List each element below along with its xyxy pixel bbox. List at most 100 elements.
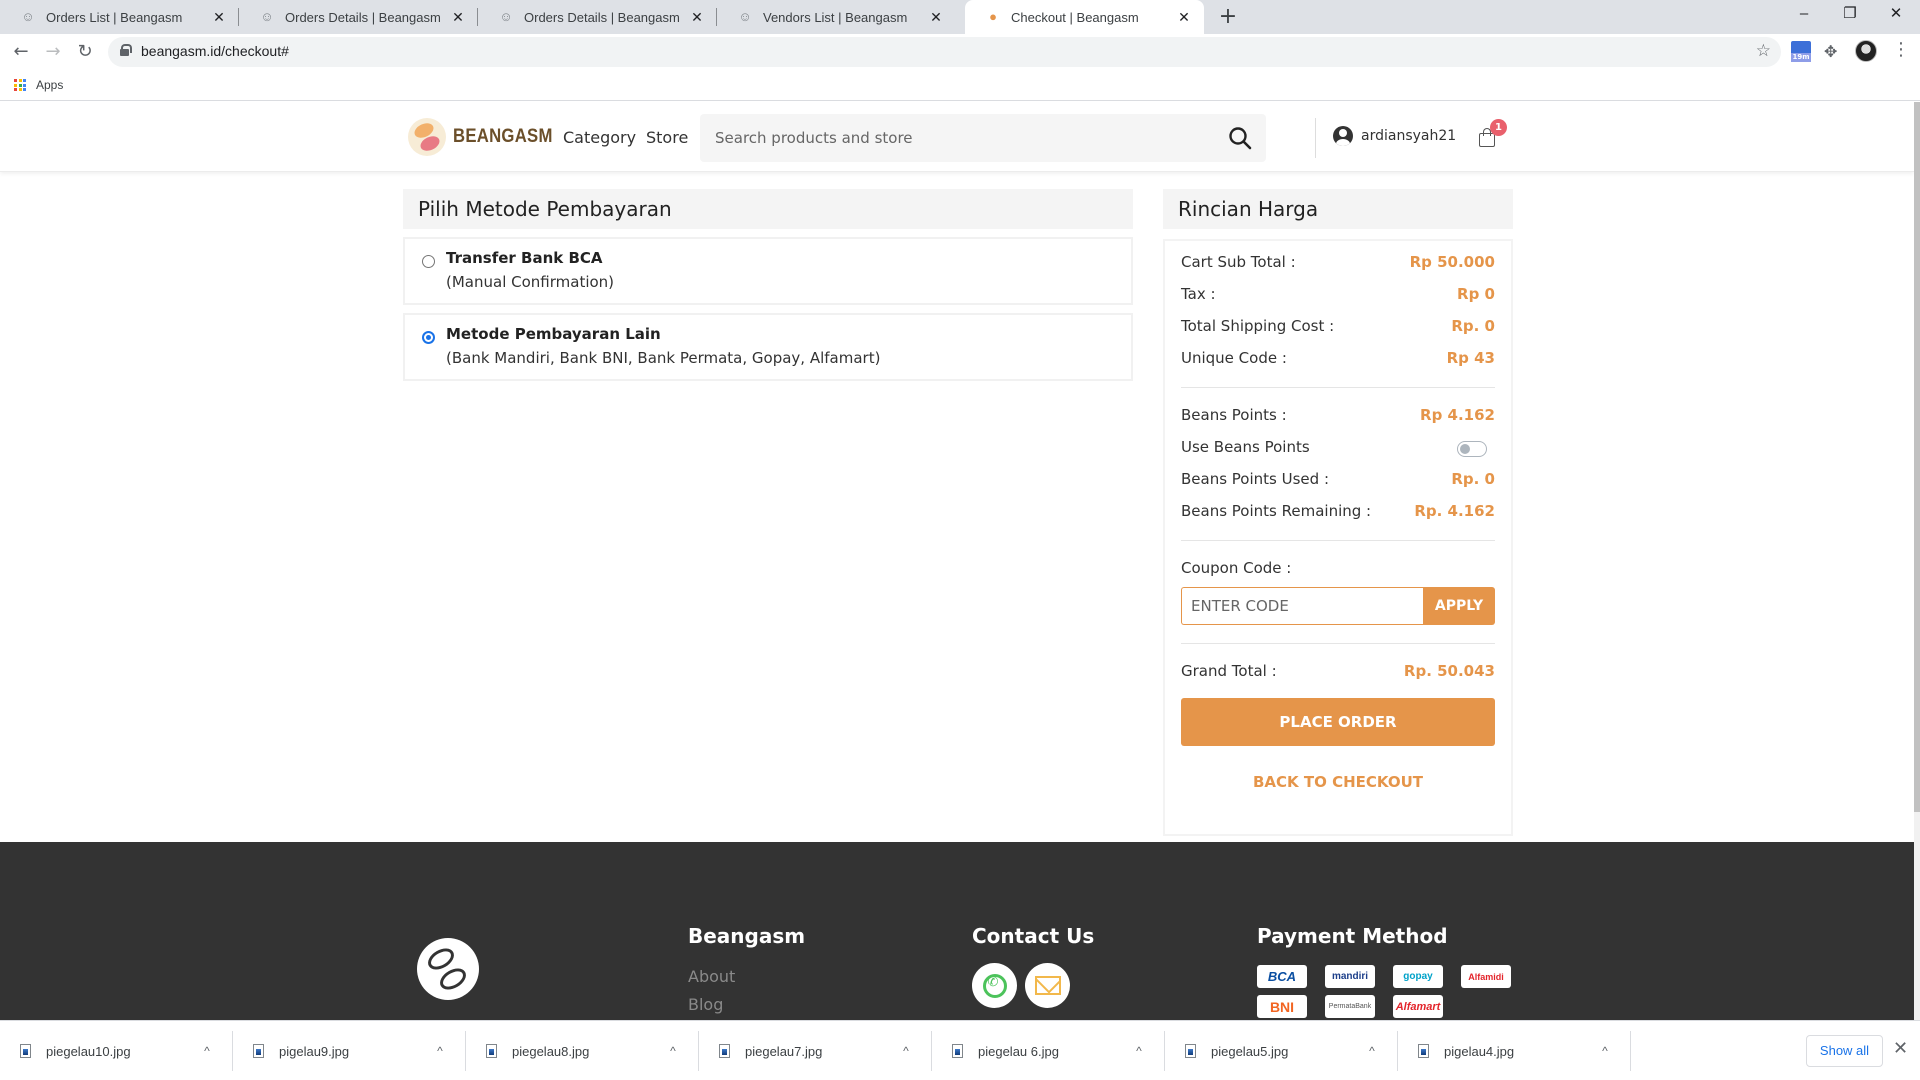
close-tab-icon[interactable]: ✕ <box>1176 9 1192 26</box>
brand-logo[interactable]: BEANGASM <box>408 118 566 156</box>
download-item[interactable]: piegelau 6.jpg ^ <box>932 1031 1165 1071</box>
summary-divider <box>1181 643 1495 644</box>
row-label: Cart Sub Total : <box>1181 253 1296 271</box>
row-label: Total Shipping Cost : <box>1181 317 1335 335</box>
download-filename: piegelau 6.jpg <box>978 1043 1059 1059</box>
close-tab-icon[interactable]: ✕ <box>928 9 944 26</box>
scrollbar-thumb[interactable] <box>1914 102 1920 812</box>
footer-payment-heading: Payment Method <box>1257 924 1448 948</box>
footer-link-blog[interactable]: Blog <box>688 995 723 1014</box>
image-file-icon <box>1418 1044 1429 1058</box>
close-tab-icon[interactable]: ✕ <box>689 9 705 26</box>
image-file-icon <box>486 1044 497 1058</box>
nav-store[interactable]: Store <box>646 128 688 147</box>
page-scrollbar[interactable] <box>1914 102 1920 1020</box>
minimize-button[interactable]: – <box>1781 0 1827 30</box>
tab-title: Orders Details | Beangasm <box>285 9 441 25</box>
tab-title: Orders List | Beangasm <box>46 9 183 25</box>
place-order-button[interactable]: PLACE ORDER <box>1181 698 1495 746</box>
footer-link-about[interactable]: About <box>688 967 735 986</box>
chevron-up-icon[interactable]: ^ <box>1595 1044 1615 1058</box>
profile-avatar[interactable] <box>1855 40 1877 62</box>
browser-tab[interactable]: ☺ Orders Details | Beangasm ✕ <box>478 0 717 34</box>
payment-option-title: Metode Pembayaran Lain <box>446 325 661 343</box>
close-download-bar-icon[interactable]: ✕ <box>1893 1038 1908 1059</box>
chevron-up-icon[interactable]: ^ <box>663 1044 683 1058</box>
use-beans-points-toggle[interactable] <box>1457 441 1487 457</box>
row-label: Unique Code : <box>1181 349 1287 367</box>
bookmarks-bar: Apps <box>0 70 1920 101</box>
cart-count-badge: 1 <box>1490 119 1507 136</box>
back-arrow-icon[interactable]: ← <box>8 39 34 65</box>
payment-radio-selected[interactable] <box>422 331 435 344</box>
apply-coupon-button[interactable]: APPLY <box>1423 587 1495 625</box>
footer-brand-heading: Beangasm <box>688 924 806 948</box>
bni-logo: BNI <box>1257 995 1307 1018</box>
row-value: Rp. 0 <box>1451 470 1495 488</box>
search-icon[interactable] <box>1228 126 1252 150</box>
close-tab-icon[interactable]: ✕ <box>450 9 466 26</box>
download-item[interactable]: pigelau9.jpg ^ <box>233 1031 466 1071</box>
user-account[interactable]: ardiansyah21 <box>1333 126 1456 146</box>
bca-logo: BCA <box>1257 965 1307 988</box>
beangasm-favicon-icon: ☺ <box>260 9 274 24</box>
beangasm-favicon-icon: ☺ <box>21 9 35 24</box>
payment-option-subtitle: (Manual Confirmation) <box>446 273 615 291</box>
url-text[interactable]: beangasm.id/checkout# <box>141 43 289 59</box>
close-tab-icon[interactable]: ✕ <box>211 9 227 26</box>
restore-button[interactable]: ❐ <box>1827 0 1873 30</box>
back-to-checkout-link[interactable]: BACK TO CHECKOUT <box>1181 773 1495 791</box>
search-input[interactable] <box>715 114 1215 162</box>
download-item[interactable]: pigelau4.jpg ^ <box>1398 1031 1631 1071</box>
browser-tab[interactable]: ☺ Orders Details | Beangasm ✕ <box>239 0 478 34</box>
extensions-puzzle-icon[interactable]: ✥ <box>1824 42 1837 61</box>
show-all-downloads-button[interactable]: Show all <box>1806 1035 1883 1067</box>
download-item[interactable]: piegelau10.jpg ^ <box>0 1031 233 1071</box>
summary-divider <box>1181 387 1495 388</box>
browser-tab[interactable]: ☺ Orders List | Beangasm ✕ <box>0 0 239 34</box>
chevron-up-icon[interactable]: ^ <box>896 1044 916 1058</box>
download-filename: piegelau5.jpg <box>1211 1043 1289 1059</box>
row-value: Rp 43 <box>1446 349 1495 367</box>
close-window-button[interactable]: ✕ <box>1873 0 1919 30</box>
price-summary-card: Cart Sub Total : Rp 50.000 Tax : Rp 0 To… <box>1163 239 1513 836</box>
chevron-up-icon[interactable]: ^ <box>197 1044 217 1058</box>
download-filename: piegelau10.jpg <box>46 1043 131 1059</box>
coupon-code-input[interactable] <box>1181 587 1423 625</box>
chevron-up-icon[interactable]: ^ <box>1129 1044 1149 1058</box>
bookmark-star-icon[interactable]: ☆ <box>1756 41 1771 61</box>
apps-label: Apps <box>36 78 64 92</box>
site-header: BEANGASM Category Store ardiansyah21 1 <box>0 102 1914 172</box>
download-item[interactable]: piegelau8.jpg ^ <box>466 1031 699 1071</box>
payment-option-other[interactable]: Metode Pembayaran Lain (Bank Mandiri, Ba… <box>403 313 1133 381</box>
chevron-up-icon[interactable]: ^ <box>430 1044 450 1058</box>
forward-arrow-icon[interactable]: → <box>40 39 66 65</box>
browser-tab[interactable]: ☺ Vendors List | Beangasm ✕ <box>717 0 956 34</box>
email-button[interactable] <box>1025 963 1070 1008</box>
beangasm-favicon-icon: ● <box>989 9 997 24</box>
browser-tab-active[interactable]: ● Checkout | Beangasm ✕ <box>965 0 1204 34</box>
download-item[interactable]: piegelau5.jpg ^ <box>1165 1031 1398 1071</box>
new-tab-button[interactable]: + <box>1215 4 1241 30</box>
apps-grid-icon <box>14 79 26 91</box>
payment-radio[interactable] <box>422 255 435 268</box>
nav-category[interactable]: Category <box>563 128 636 147</box>
reload-icon[interactable]: ↻ <box>72 39 98 65</box>
address-bar[interactable]: beangasm.id/checkout# ☆ <box>108 37 1781 67</box>
row-label: Grand Total : <box>1181 662 1277 680</box>
apps-shortcut[interactable]: Apps <box>14 78 63 92</box>
calendar-extension-icon[interactable]: 19m <box>1791 41 1811 63</box>
download-filename: piegelau7.jpg <box>745 1043 823 1059</box>
payment-method-heading: Pilih Metode Pembayaran <box>403 189 1133 229</box>
cart-button[interactable]: 1 <box>1478 119 1507 148</box>
chevron-up-icon[interactable]: ^ <box>1362 1044 1382 1058</box>
summary-row-use-points: Use Beans Points <box>1181 438 1495 460</box>
image-file-icon <box>952 1044 963 1058</box>
row-value: Rp. 0 <box>1451 317 1495 335</box>
browser-menu-icon[interactable]: ⋮ <box>1892 40 1910 60</box>
payment-option-bca[interactable]: Transfer Bank BCA (Manual Confirmation) <box>403 237 1133 305</box>
permatabank-logo: PermataBank <box>1325 995 1375 1018</box>
whatsapp-button[interactable] <box>972 963 1017 1008</box>
download-item[interactable]: piegelau7.jpg ^ <box>699 1031 932 1071</box>
tab-title: Vendors List | Beangasm <box>763 9 908 25</box>
